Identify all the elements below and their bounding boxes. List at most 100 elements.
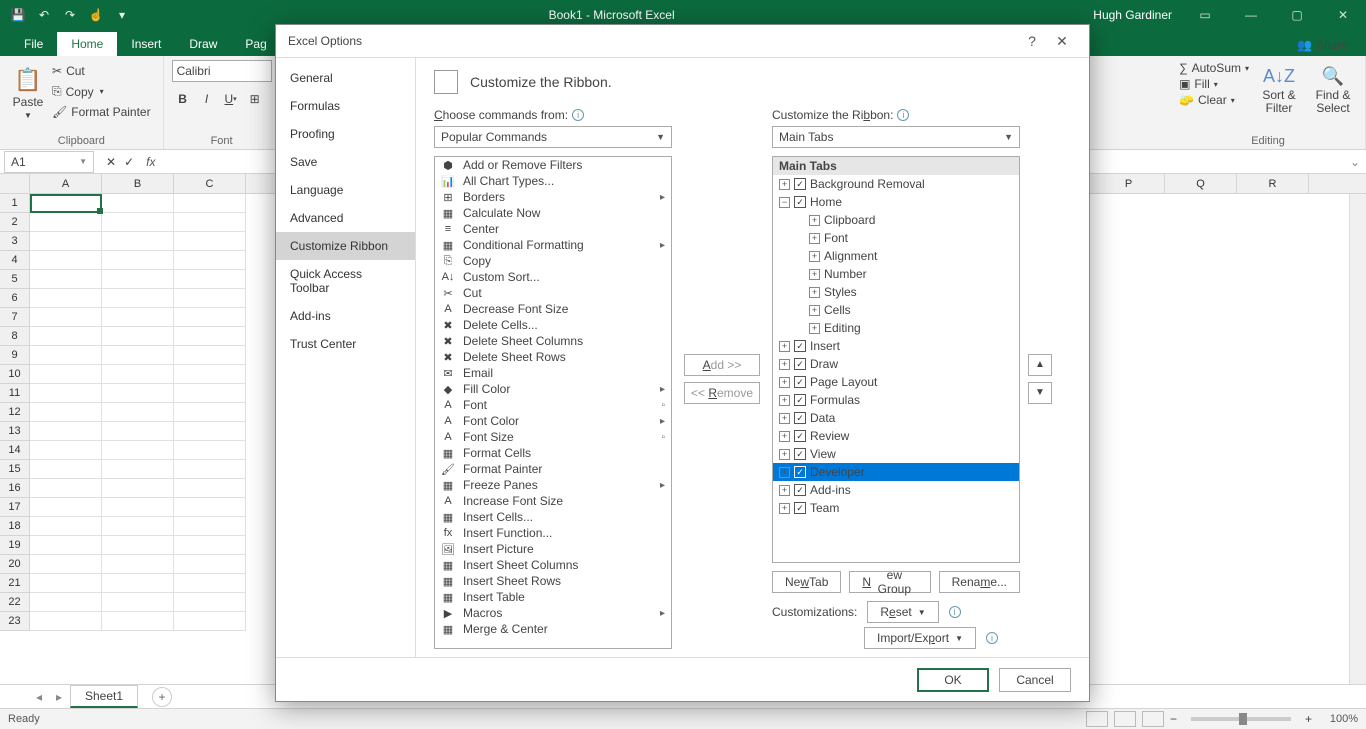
cell[interactable] <box>30 422 102 441</box>
copy-button[interactable]: ⎘Copy▾ <box>48 82 155 101</box>
new-group-button[interactable]: New Group <box>849 571 930 593</box>
import-export-button[interactable]: Import/Export▼ <box>864 627 976 649</box>
cancel-formula-icon[interactable]: ✕ <box>106 155 116 169</box>
bold-button[interactable]: B <box>172 88 194 110</box>
normal-view-button[interactable] <box>1086 711 1108 727</box>
rename-button[interactable]: Rename... <box>939 571 1020 593</box>
command-item[interactable]: 📊All Chart Types... <box>435 173 671 189</box>
cell[interactable] <box>30 517 102 536</box>
row-header[interactable]: 7 <box>0 308 29 327</box>
dialog-help-button[interactable]: ? <box>1017 33 1047 49</box>
cell[interactable] <box>30 403 102 422</box>
tree-item-alignment[interactable]: +Alignment <box>773 247 1019 265</box>
zoom-in-button[interactable]: + <box>1305 712 1312 726</box>
cell[interactable] <box>174 232 246 251</box>
cell[interactable] <box>30 384 102 403</box>
tree-expander[interactable]: + <box>809 233 820 244</box>
tree-checkbox[interactable]: ✓ <box>794 484 806 496</box>
italic-button[interactable]: I <box>196 88 218 110</box>
tree-item-styles[interactable]: +Styles <box>773 283 1019 301</box>
tree-item-cells[interactable]: +Cells <box>773 301 1019 319</box>
paste-button[interactable]: 📋 Paste ▼ <box>8 60 48 126</box>
row-header[interactable]: 18 <box>0 517 29 536</box>
cell[interactable] <box>30 232 102 251</box>
tab-insert[interactable]: Insert <box>117 32 175 56</box>
tree-expander[interactable]: + <box>779 395 790 406</box>
command-item[interactable]: AFont Color▸ <box>435 413 671 429</box>
select-all-corner[interactable] <box>0 174 30 194</box>
tree-expander[interactable]: + <box>779 359 790 370</box>
cell[interactable] <box>30 593 102 612</box>
row-header[interactable]: 15 <box>0 460 29 479</box>
col-header[interactable]: Q <box>1165 174 1237 193</box>
name-box[interactable]: A1▼ <box>4 151 94 173</box>
cell[interactable] <box>174 460 246 479</box>
tree-item-developer[interactable]: +✓Developer <box>773 463 1019 481</box>
cell[interactable] <box>102 574 174 593</box>
row-header[interactable]: 9 <box>0 346 29 365</box>
command-item[interactable]: ✂Cut <box>435 285 671 301</box>
cell[interactable] <box>102 460 174 479</box>
row-header[interactable]: 11 <box>0 384 29 403</box>
zoom-thumb[interactable] <box>1239 713 1247 725</box>
tree-checkbox[interactable]: ✓ <box>794 376 806 388</box>
col-header[interactable]: A <box>30 174 102 193</box>
command-item[interactable]: ▦Calculate Now <box>435 205 671 221</box>
row-header[interactable]: 3 <box>0 232 29 251</box>
row-header[interactable]: 17 <box>0 498 29 517</box>
cell[interactable] <box>102 194 174 213</box>
cell[interactable] <box>102 422 174 441</box>
command-item[interactable]: AFont Size▫ <box>435 429 671 445</box>
cell[interactable] <box>30 194 102 213</box>
command-item[interactable]: ⎘Copy <box>435 253 671 269</box>
tree-item-review[interactable]: +✓Review <box>773 427 1019 445</box>
row-header[interactable]: 20 <box>0 555 29 574</box>
command-item[interactable]: fxInsert Function... <box>435 525 671 541</box>
cell[interactable] <box>30 555 102 574</box>
nav-item-proofing[interactable]: Proofing <box>276 120 415 148</box>
cell[interactable] <box>174 213 246 232</box>
format-painter-button[interactable]: 🖌Format Painter <box>48 103 155 121</box>
dialog-close-button[interactable]: ✕ <box>1047 33 1077 50</box>
nav-item-quick-access-toolbar[interactable]: Quick Access Toolbar <box>276 260 415 302</box>
commands-listbox[interactable]: ⬢Add or Remove Filters📊All Chart Types..… <box>434 156 672 649</box>
cell[interactable] <box>102 517 174 536</box>
row-header[interactable]: 21 <box>0 574 29 593</box>
command-item[interactable]: ◆Fill Color▸ <box>435 381 671 397</box>
cell[interactable] <box>30 213 102 232</box>
tree-item-add-ins[interactable]: +✓Add-ins <box>773 481 1019 499</box>
find-select-button[interactable]: 🔍Find & Select <box>1309 60 1357 115</box>
cell[interactable] <box>174 365 246 384</box>
cell[interactable] <box>174 289 246 308</box>
info-icon[interactable]: i <box>986 632 998 644</box>
command-item[interactable]: ▦Insert Sheet Columns <box>435 557 671 573</box>
tab-page-layout[interactable]: Pag <box>231 32 280 56</box>
cell[interactable] <box>102 289 174 308</box>
row-header[interactable]: 10 <box>0 365 29 384</box>
autosum-button[interactable]: ∑AutoSum▾ <box>1179 60 1249 76</box>
remove-button[interactable]: << Remove <box>684 382 760 404</box>
command-item[interactable]: 🖼Insert Picture <box>435 541 671 557</box>
cell[interactable] <box>174 270 246 289</box>
tree-checkbox[interactable]: ✓ <box>794 196 806 208</box>
info-icon[interactable]: i <box>572 109 584 121</box>
cell[interactable] <box>174 308 246 327</box>
tree-checkbox[interactable]: ✓ <box>794 466 806 478</box>
cell[interactable] <box>102 327 174 346</box>
cell[interactable] <box>30 574 102 593</box>
tree-item-font[interactable]: +Font <box>773 229 1019 247</box>
share-button[interactable]: 👥Share <box>1289 34 1356 56</box>
nav-item-customize-ribbon[interactable]: Customize Ribbon <box>276 232 415 260</box>
cell[interactable] <box>174 441 246 460</box>
col-header[interactable]: P <box>1093 174 1165 193</box>
add-button[interactable]: Add >> <box>684 354 760 376</box>
cell[interactable] <box>30 612 102 631</box>
cell[interactable] <box>102 308 174 327</box>
cell[interactable] <box>30 441 102 460</box>
tree-expander[interactable]: + <box>779 341 790 352</box>
cell[interactable] <box>174 593 246 612</box>
tree-expander[interactable]: + <box>779 467 790 478</box>
cell[interactable] <box>174 251 246 270</box>
command-item[interactable]: AIncrease Font Size <box>435 493 671 509</box>
sheet-tab[interactable]: Sheet1 <box>70 685 138 708</box>
